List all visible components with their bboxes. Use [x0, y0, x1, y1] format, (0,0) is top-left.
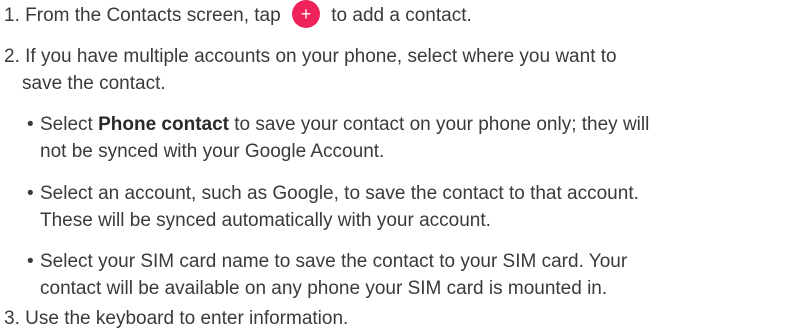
add-icon: +	[291, 0, 320, 29]
bullet-2-text-line-2: These will be synced automatically with …	[40, 210, 491, 231]
bullet-2-marker: •	[27, 183, 34, 204]
bullet-1-marker: •	[27, 114, 34, 135]
bullet-2-line-1: Select an account, such as Google, to sa…	[40, 180, 639, 208]
bullet-3-text-line-1: Select your SIM card name to save the co…	[40, 251, 628, 272]
bullet-1-rest: to save your contact on your phone only;…	[229, 114, 650, 135]
bullet-3-text-line-2: contact will be available on any phone y…	[40, 278, 608, 299]
phone-contact-option: Phone contact	[98, 114, 229, 135]
step-2-text-line-1: If you have multiple accounts on your ph…	[25, 46, 617, 67]
step-1-text-after: to add a contact.	[331, 5, 472, 26]
instructions-page: 1. From the Contacts screen, tap + to ad…	[0, 0, 812, 329]
bullet-2-line-2: These will be synced automatically with …	[40, 207, 491, 235]
bullet-3-line-1: Select your SIM card name to save the co…	[40, 248, 627, 276]
bullet-1-line-2: not be synced with your Google Account.	[40, 138, 384, 166]
step-1: 1. From the Contacts screen, tap + to ad…	[4, 0, 472, 30]
bullet-1-text-line-2: not be synced with your Google Account.	[40, 141, 385, 162]
bullet-1-lead: Select	[40, 114, 99, 135]
step-1-text-before: From the Contacts screen, tap	[25, 5, 281, 26]
bullet-3-marker: •	[27, 251, 34, 272]
step-3-number: 3.	[4, 308, 20, 329]
bullet-1-line-1: Select Phone contact to save your contac…	[40, 111, 649, 139]
step-2-number: 2.	[4, 46, 20, 67]
step-1-number: 1.	[4, 5, 20, 26]
step-3-text: Use the keyboard to enter information.	[25, 308, 349, 329]
step-3: 3. Use the keyboard to enter information…	[4, 305, 348, 333]
step-2-line-2: save the contact.	[22, 70, 166, 98]
bullet-2-text-line-1: Select an account, such as Google, to sa…	[40, 183, 639, 204]
step-2-line-1: 2. If you have multiple accounts on your…	[4, 43, 617, 71]
bullet-3-line-2: contact will be available on any phone y…	[40, 275, 607, 303]
step-2-text-line-2: save the contact.	[22, 73, 166, 94]
